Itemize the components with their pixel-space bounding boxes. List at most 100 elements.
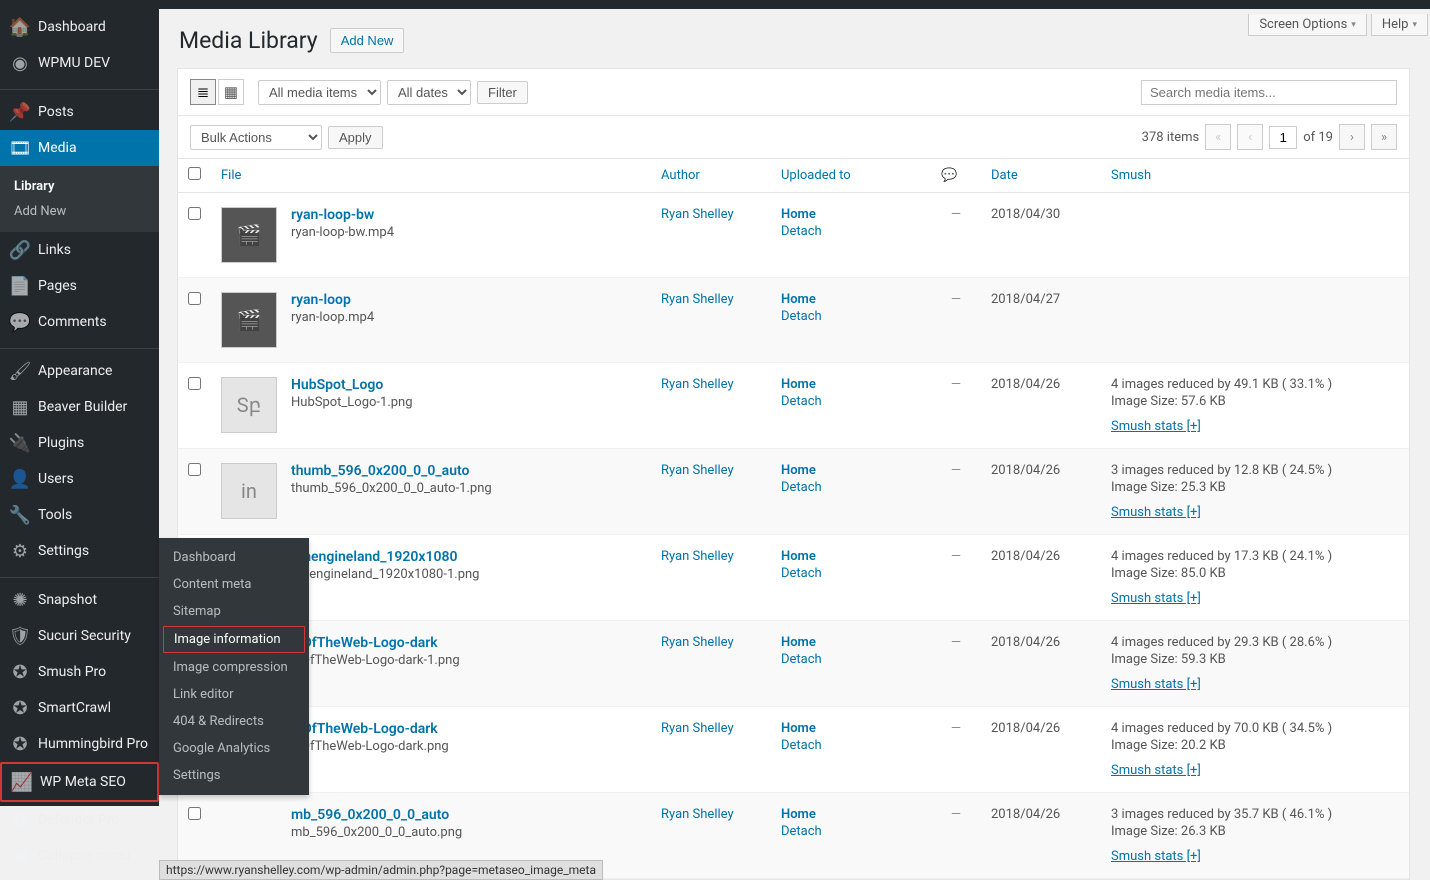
view-list-button[interactable]: ≣ xyxy=(190,79,216,105)
row-checkbox[interactable] xyxy=(188,377,201,390)
view-grid-button[interactable]: ▦ xyxy=(218,79,244,105)
col-file[interactable]: File xyxy=(221,168,241,183)
sidebar-item-dashboard[interactable]: 🏠Dashboard xyxy=(0,9,159,45)
media-type-select[interactable]: All media items xyxy=(258,80,381,105)
detach-link[interactable]: Detach xyxy=(781,394,921,409)
author-link[interactable]: Ryan Shelley xyxy=(661,207,734,222)
uploaded-to-link[interactable]: Home xyxy=(781,807,921,822)
sidebar-item-wp-meta-seo[interactable]: 📈WP Meta SEO xyxy=(0,762,159,802)
help-button[interactable]: Help xyxy=(1371,14,1428,36)
filter-button[interactable]: Filter xyxy=(477,81,528,104)
select-all-checkbox[interactable] xyxy=(188,167,201,180)
uploaded-to-link[interactable]: Home xyxy=(781,207,921,222)
uploaded-to-link[interactable]: Home xyxy=(781,721,921,736)
date-select[interactable]: All dates xyxy=(387,80,471,105)
row-checkbox[interactable] xyxy=(188,463,201,476)
file-title-link[interactable]: jeOfTheWeb-Logo-dark xyxy=(291,721,449,737)
author-link[interactable]: Ryan Shelley xyxy=(661,807,734,822)
smush-stats-link[interactable]: Smush stats [+] xyxy=(1111,505,1201,520)
detach-link[interactable]: Detach xyxy=(781,738,921,753)
detach-link[interactable]: Detach xyxy=(781,566,921,581)
add-new-button[interactable]: Add New xyxy=(330,28,405,53)
col-smush[interactable]: Smush xyxy=(1111,168,1151,183)
media-thumbnail[interactable]: in xyxy=(221,463,277,519)
file-title-link[interactable]: rchengineland_1920x1080 xyxy=(291,549,479,565)
sidebar-item-media[interactable]: 🎞Media xyxy=(0,130,159,166)
author-link[interactable]: Ryan Shelley xyxy=(661,377,734,392)
detach-link[interactable]: Detach xyxy=(781,652,921,667)
sidebar-item-defender-pro[interactable]: ✪Defender Pro xyxy=(0,802,159,838)
row-checkbox[interactable] xyxy=(188,292,201,305)
flyout-item[interactable]: Dashboard xyxy=(159,544,309,571)
uploaded-to-link[interactable]: Home xyxy=(781,549,921,564)
sidebar-item-pages[interactable]: 📄Pages xyxy=(0,268,159,304)
sidebar-item-posts[interactable]: 📌Posts xyxy=(0,94,159,130)
detach-link[interactable]: Detach xyxy=(781,480,921,495)
uploaded-to-link[interactable]: Home xyxy=(781,377,921,392)
flyout-item[interactable]: Sitemap xyxy=(159,598,309,625)
uploaded-to-link[interactable]: Home xyxy=(781,463,921,478)
sidebar-item-settings[interactable]: ⚙Settings xyxy=(0,533,159,569)
detach-link[interactable]: Detach xyxy=(781,309,921,324)
sidebar-item-collapse-menu[interactable]: ◀Collapse menu xyxy=(0,838,159,874)
flyout-item[interactable]: Content meta xyxy=(159,571,309,598)
sidebar-item-smush-pro[interactable]: ✪Smush Pro xyxy=(0,654,159,690)
smush-stats-link[interactable]: Smush stats [+] xyxy=(1111,591,1201,606)
flyout-item[interactable]: Link editor xyxy=(159,681,309,708)
smush-stats-link[interactable]: Smush stats [+] xyxy=(1111,677,1201,692)
author-link[interactable]: Ryan Shelley xyxy=(661,463,734,478)
detach-link[interactable]: Detach xyxy=(781,824,921,839)
media-thumbnail[interactable]: Sբ xyxy=(221,377,277,433)
submenu-add-new[interactable]: Add New xyxy=(0,199,159,224)
author-link[interactable]: Ryan Shelley xyxy=(661,721,734,736)
sidebar-item-wpmu-dev[interactable]: ◉WPMU DEV xyxy=(0,45,159,81)
bulk-actions-select[interactable]: Bulk Actions xyxy=(190,125,322,150)
author-link[interactable]: Ryan Shelley xyxy=(661,549,734,564)
author-link[interactable]: Ryan Shelley xyxy=(661,635,734,650)
uploaded-to-link[interactable]: Home xyxy=(781,292,921,307)
screen-options-button[interactable]: Screen Options xyxy=(1248,14,1367,36)
file-title-link[interactable]: ryan-loop xyxy=(291,292,374,308)
search-input[interactable] xyxy=(1141,80,1397,105)
flyout-item[interactable]: Image compression xyxy=(159,654,309,681)
sidebar-item-beaver-builder[interactable]: ▦Beaver Builder xyxy=(0,389,159,425)
media-thumbnail[interactable]: 🎬 xyxy=(221,207,277,263)
smush-stats-link[interactable]: Smush stats [+] xyxy=(1111,419,1201,434)
sidebar-item-plugins[interactable]: 🔌Plugins xyxy=(0,425,159,461)
submenu-library[interactable]: Library xyxy=(0,174,159,199)
flyout-item[interactable]: Settings xyxy=(159,762,309,789)
file-title-link[interactable]: jeOfTheWeb-Logo-dark xyxy=(291,635,460,651)
smush-stats-link[interactable]: Smush stats [+] xyxy=(1111,763,1201,778)
row-checkbox[interactable] xyxy=(188,207,201,220)
sidebar-item-sucuri-security[interactable]: 🛡Sucuri Security xyxy=(0,618,159,654)
sidebar-item-hummingbird-pro[interactable]: ✪Hummingbird Pro xyxy=(0,726,159,762)
file-title-link[interactable]: mb_596_0x200_0_0_auto xyxy=(291,807,462,823)
sidebar-item-links[interactable]: 🔗Links xyxy=(0,232,159,268)
sidebar-item-comments[interactable]: 💬Comments xyxy=(0,304,159,340)
media-thumbnail[interactable]: 🎬 xyxy=(221,292,277,348)
sidebar-item-appearance[interactable]: 🖌Appearance xyxy=(0,353,159,389)
smush-stats-link[interactable]: Smush stats [+] xyxy=(1111,849,1201,864)
flyout-item[interactable]: Google Analytics xyxy=(159,735,309,762)
file-title-link[interactable]: HubSpot_Logo xyxy=(291,377,413,393)
apply-button[interactable]: Apply xyxy=(328,126,383,149)
file-title-link[interactable]: ryan-loop-bw xyxy=(291,207,394,223)
col-date[interactable]: Date xyxy=(991,168,1018,183)
file-title-link[interactable]: thumb_596_0x200_0_0_auto xyxy=(291,463,492,479)
uploaded-to-link[interactable]: Home xyxy=(781,635,921,650)
sidebar-item-smartcrawl[interactable]: ✪SmartCrawl xyxy=(0,690,159,726)
row-checkbox[interactable] xyxy=(188,807,201,820)
sidebar-item-tools[interactable]: 🔧Tools xyxy=(0,497,159,533)
flyout-item[interactable]: 404 & Redirects xyxy=(159,708,309,735)
col-uploaded[interactable]: Uploaded to xyxy=(781,168,851,183)
comment-icon[interactable]: 💬 xyxy=(941,168,957,183)
sidebar-item-snapshot[interactable]: ✺Snapshot xyxy=(0,582,159,618)
author-link[interactable]: Ryan Shelley xyxy=(661,292,734,307)
sidebar-item-users[interactable]: 👤Users xyxy=(0,461,159,497)
page-prev-button[interactable]: ‹ xyxy=(1237,124,1263,150)
page-current-input[interactable] xyxy=(1269,126,1297,149)
page-first-button[interactable]: « xyxy=(1205,124,1231,150)
col-author[interactable]: Author xyxy=(661,168,700,183)
page-next-button[interactable]: › xyxy=(1339,124,1365,150)
page-last-button[interactable]: » xyxy=(1371,124,1397,150)
